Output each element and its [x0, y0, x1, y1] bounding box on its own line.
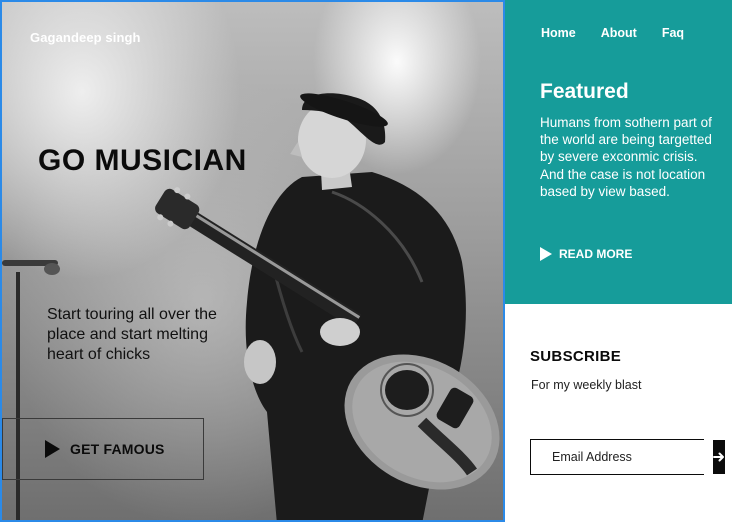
nav-item-about[interactable]: About [601, 26, 637, 40]
top-nav: Home About Faq [541, 26, 684, 40]
arrow-right-icon [713, 452, 724, 462]
read-more-label: READ MORE [559, 247, 633, 261]
nav-item-faq[interactable]: Faq [662, 26, 684, 40]
subscribe-title: SUBSCRIBE [530, 348, 622, 365]
subscribe-submit-button[interactable] [713, 440, 725, 474]
featured-panel: Home About Faq Featured Humans from soth… [505, 0, 732, 304]
play-icon [540, 247, 552, 261]
email-field[interactable] [531, 440, 713, 474]
get-famous-label: GET FAMOUS [70, 441, 165, 457]
nav-item-home[interactable]: Home [541, 26, 576, 40]
hero-headline: GO MUSICIAN [38, 144, 247, 177]
brand-name[interactable]: Gagandeep singh [30, 30, 141, 45]
read-more-link[interactable]: READ MORE [540, 247, 632, 261]
play-icon [45, 440, 60, 458]
subscribe-subtitle: For my weekly blast [531, 378, 642, 392]
page: Gagandeep singh GO MUSICIAN Start tourin… [0, 0, 732, 522]
featured-body: Humans from sothern part of the world ar… [540, 115, 712, 199]
hero-section: Gagandeep singh GO MUSICIAN Start tourin… [0, 0, 505, 522]
hero-tagline: Start touring all over the place and sta… [47, 306, 217, 363]
featured-title: Featured [540, 80, 629, 103]
get-famous-button[interactable]: GET FAMOUS [2, 418, 204, 480]
subscribe-form [530, 439, 725, 475]
subscribe-section: SUBSCRIBE For my weekly blast [505, 304, 732, 522]
